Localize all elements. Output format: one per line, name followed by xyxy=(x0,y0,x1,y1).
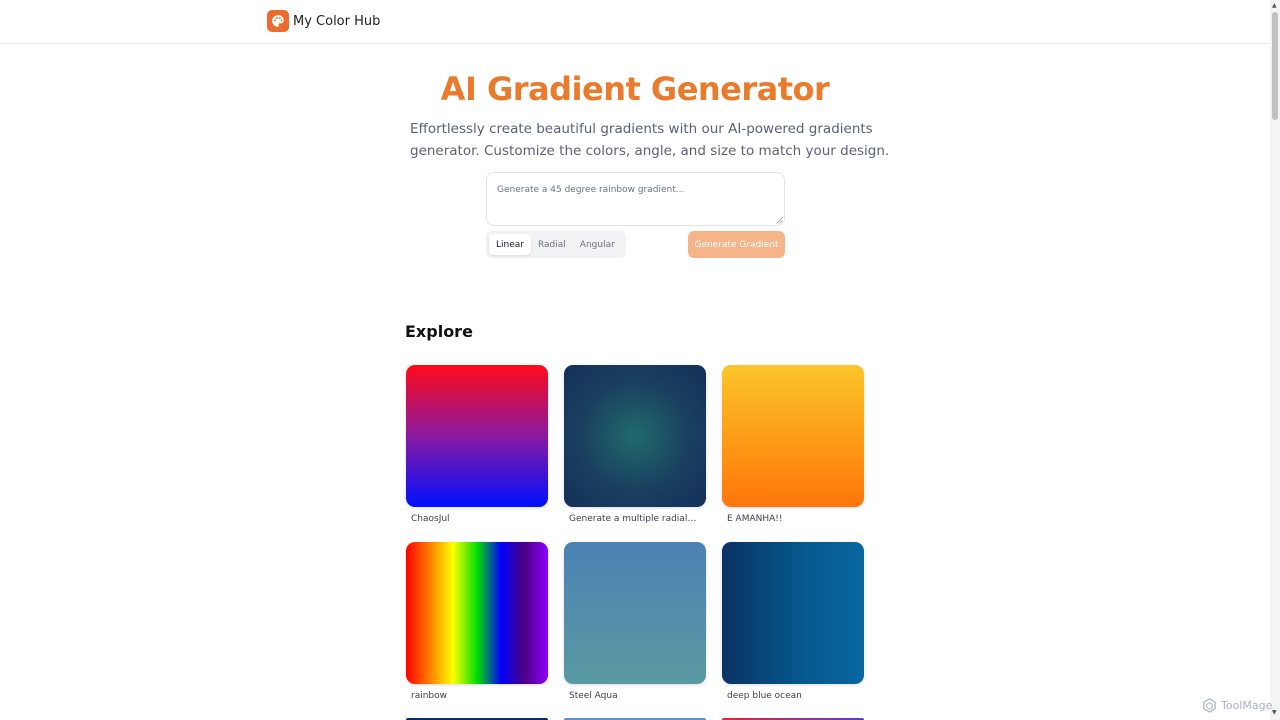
gradient-card[interactable]: Generate a multiple radial gradient... xyxy=(564,365,706,524)
gradient-card[interactable]: rainbow xyxy=(406,542,548,701)
subtitle-line-2: generator. Customize the colors, angle, … xyxy=(410,143,890,159)
scroll-down-icon[interactable]: ▼ xyxy=(1272,709,1277,716)
gradient-card-label: Generate a multiple radial gradient... xyxy=(569,514,699,524)
gradient-swatch[interactable] xyxy=(722,365,864,507)
gradient-card[interactable]: ChaosJul xyxy=(406,365,548,524)
gradient-card[interactable]: deep blue ocean xyxy=(722,542,864,701)
watermark-text: ToolMage xyxy=(1221,699,1273,712)
tab-angular[interactable]: Angular xyxy=(573,234,622,255)
gradient-swatch[interactable] xyxy=(406,542,548,684)
page-title: AI Gradient Generator xyxy=(440,70,830,108)
gradient-card-label: Steel Aqua xyxy=(569,691,618,701)
palette-icon xyxy=(267,10,289,32)
scrollbar-thumb[interactable] xyxy=(1272,12,1278,120)
explore-heading: Explore xyxy=(405,322,473,341)
gradient-swatch[interactable] xyxy=(564,542,706,684)
hexagon-logo-icon xyxy=(1203,698,1216,713)
brand-link[interactable]: My Color Hub xyxy=(267,10,380,32)
page-subtitle: Effortlessly create beautiful gradients … xyxy=(410,118,890,162)
subtitle-line-1: Effortlessly create beautiful gradients … xyxy=(410,121,873,137)
watermark: ToolMage xyxy=(1202,698,1272,713)
gradient-card[interactable]: Steel Aqua xyxy=(564,542,706,701)
gradient-card-label: ChaosJul xyxy=(411,514,450,524)
prompt-input[interactable] xyxy=(486,172,785,226)
gradient-swatch[interactable] xyxy=(406,365,548,507)
tab-linear[interactable]: Linear xyxy=(489,234,531,255)
gradient-card-label: deep blue ocean xyxy=(727,691,802,701)
generate-gradient-button[interactable]: Generate Gradient xyxy=(688,231,785,258)
resize-handle-icon[interactable] xyxy=(776,217,783,224)
gradient-card[interactable]: É AMANHÃ!! xyxy=(722,365,864,524)
gradient-swatch[interactable] xyxy=(722,542,864,684)
brand-name: My Color Hub xyxy=(293,13,381,29)
scroll-up-icon[interactable]: ▲ xyxy=(1272,2,1277,9)
top-header: My Color Hub xyxy=(0,0,1270,44)
gradient-type-selector: Linear Radial Angular xyxy=(486,231,626,258)
tab-radial[interactable]: Radial xyxy=(531,234,573,255)
gradient-card-label: É AMANHÃ!! xyxy=(727,514,783,524)
gradient-card-label: rainbow xyxy=(411,691,447,701)
gradient-swatch[interactable] xyxy=(564,365,706,507)
